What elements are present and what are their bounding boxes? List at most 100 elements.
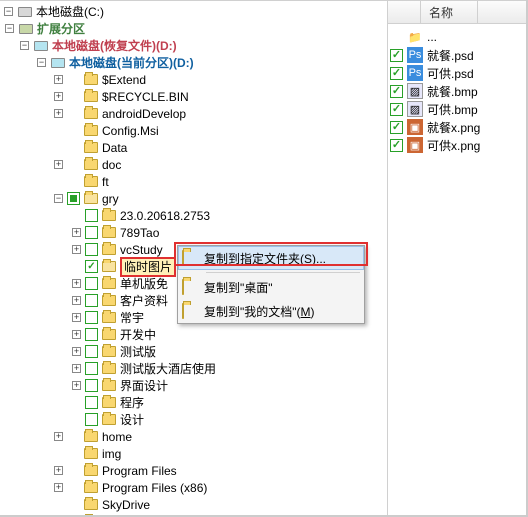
folder-label[interactable]: Data xyxy=(102,140,127,156)
list-item[interactable]: ▨就餐.bmp xyxy=(390,82,524,100)
folder-label[interactable]: 单机版免 xyxy=(120,276,168,292)
expander-icon[interactable] xyxy=(72,228,81,237)
folder-label[interactable]: SkyDrive xyxy=(102,497,150,513)
folder-label[interactable]: 测试版大酒店使用 xyxy=(120,361,216,377)
expander-icon[interactable] xyxy=(72,313,81,322)
folder-label[interactable]: doc xyxy=(102,157,121,173)
folder-up-icon: 📁 xyxy=(407,29,423,45)
checkbox[interactable] xyxy=(85,379,98,392)
folder-label[interactable]: 界面设计 xyxy=(120,378,168,394)
folder-icon xyxy=(83,463,99,479)
expander-icon[interactable] xyxy=(54,92,63,101)
expander-icon[interactable] xyxy=(72,381,81,390)
folder-icon xyxy=(101,293,117,309)
list-item[interactable]: ▣可供x.png xyxy=(390,136,524,154)
folder-label[interactable]: System Volume Information xyxy=(102,514,249,516)
list-item[interactable]: ▨可供.bmp xyxy=(390,100,524,118)
checkbox[interactable] xyxy=(85,209,98,222)
folder-icon xyxy=(83,497,99,513)
folder-label[interactable]: Config.Msi xyxy=(102,123,159,139)
list-up-row[interactable]: 📁 ... xyxy=(390,28,524,46)
list-item[interactable]: Ps就餐.psd xyxy=(390,46,524,64)
menu-copy-to-desktop[interactable]: 复制到"桌面" xyxy=(178,275,364,299)
folder-label[interactable]: ft xyxy=(102,174,109,190)
folder-label[interactable]: home xyxy=(102,429,132,445)
checkbox[interactable] xyxy=(85,396,98,409)
expander-icon[interactable] xyxy=(54,483,63,492)
folder-label[interactable]: Program Files (x86) xyxy=(102,480,207,496)
checkbox[interactable] xyxy=(390,103,403,116)
checkbox[interactable] xyxy=(85,226,98,239)
expander-icon[interactable] xyxy=(5,24,14,33)
folder-label[interactable]: $Extend xyxy=(102,72,146,88)
checkbox[interactable] xyxy=(390,67,403,80)
folder-label[interactable]: androidDevelop xyxy=(102,106,186,122)
expander-icon[interactable] xyxy=(72,330,81,339)
expander-icon[interactable] xyxy=(54,466,63,475)
menu-copy-to-documents[interactable]: 复制到"我的文档"(M) xyxy=(178,299,364,323)
menu-copy-to-folder[interactable]: 复制到指定文件夹(S)... xyxy=(178,246,364,270)
expander-icon[interactable] xyxy=(54,432,63,441)
folder-label[interactable]: vcStudy xyxy=(120,242,163,258)
folder-label[interactable]: 常宇 xyxy=(120,310,144,326)
folder-label[interactable]: 开发中 xyxy=(120,327,156,343)
current-disk-label[interactable]: 本地磁盘(当前分区)(D:) xyxy=(69,55,194,71)
expander-icon[interactable] xyxy=(72,296,81,305)
folder-icon xyxy=(101,208,117,224)
folder-icon xyxy=(101,225,117,241)
ext-partition-label[interactable]: 扩展分区 xyxy=(37,21,85,37)
folder-label[interactable]: $RECYCLE.BIN xyxy=(102,89,189,105)
checkbox[interactable] xyxy=(85,311,98,324)
checkbox[interactable] xyxy=(85,277,98,290)
folder-label[interactable]: img xyxy=(102,446,121,462)
folder-icon xyxy=(83,514,99,516)
folder-icon xyxy=(83,174,99,190)
checkbox-partial[interactable] xyxy=(67,192,80,205)
disk-label[interactable]: 本地磁盘(C:) xyxy=(36,4,104,20)
checkbox[interactable] xyxy=(390,121,403,134)
expander-icon[interactable] xyxy=(54,75,63,84)
checkbox[interactable] xyxy=(85,243,98,256)
checkbox[interactable] xyxy=(85,260,98,273)
folder-label[interactable]: 客户资料 xyxy=(120,293,168,309)
expander-icon[interactable] xyxy=(72,347,81,356)
checkbox[interactable] xyxy=(390,85,403,98)
folder-label[interactable]: 789Tao xyxy=(120,225,159,241)
folder-label[interactable]: gry xyxy=(102,191,119,207)
expander-icon[interactable] xyxy=(72,279,81,288)
disk-icon xyxy=(50,55,66,71)
checkbox[interactable] xyxy=(85,294,98,307)
folder-icon xyxy=(101,344,117,360)
expander-icon[interactable] xyxy=(72,364,81,373)
folder-label-selected[interactable]: 临时图片 xyxy=(120,257,176,277)
png-icon: ▣ xyxy=(407,119,423,135)
checkbox[interactable] xyxy=(85,328,98,341)
folder-icon xyxy=(101,395,117,411)
checkbox[interactable] xyxy=(390,49,403,62)
list-item[interactable]: ▣就餐x.png xyxy=(390,118,524,136)
folder-icon xyxy=(83,480,99,496)
checkbox[interactable] xyxy=(85,362,98,375)
expander-icon[interactable] xyxy=(72,245,81,254)
folder-label[interactable]: Program Files xyxy=(102,463,177,479)
checkbox[interactable] xyxy=(85,413,98,426)
folder-label[interactable]: 23.0.20618.2753 xyxy=(120,208,210,224)
bmp-icon: ▨ xyxy=(407,101,423,117)
column-name[interactable]: 名称 xyxy=(421,1,478,23)
folder-label[interactable]: 程序 xyxy=(120,395,144,411)
expander-icon[interactable] xyxy=(54,160,63,169)
folder-icon xyxy=(101,378,117,394)
list-header: 名称 xyxy=(388,0,526,24)
checkbox[interactable] xyxy=(390,139,403,152)
expander-icon[interactable] xyxy=(4,7,13,16)
checkbox[interactable] xyxy=(85,345,98,358)
folder-label[interactable]: 设计 xyxy=(120,412,144,428)
expander-icon[interactable] xyxy=(54,194,63,203)
expander-icon[interactable] xyxy=(37,58,46,67)
list-item[interactable]: Ps可供.psd xyxy=(390,64,524,82)
recovery-disk-label[interactable]: 本地磁盘(恢复文件)(D:) xyxy=(52,38,177,54)
folder-label[interactable]: 测试版 xyxy=(120,344,156,360)
expander-icon[interactable] xyxy=(54,109,63,118)
expander-icon[interactable] xyxy=(20,41,29,50)
folder-icon xyxy=(182,280,198,294)
